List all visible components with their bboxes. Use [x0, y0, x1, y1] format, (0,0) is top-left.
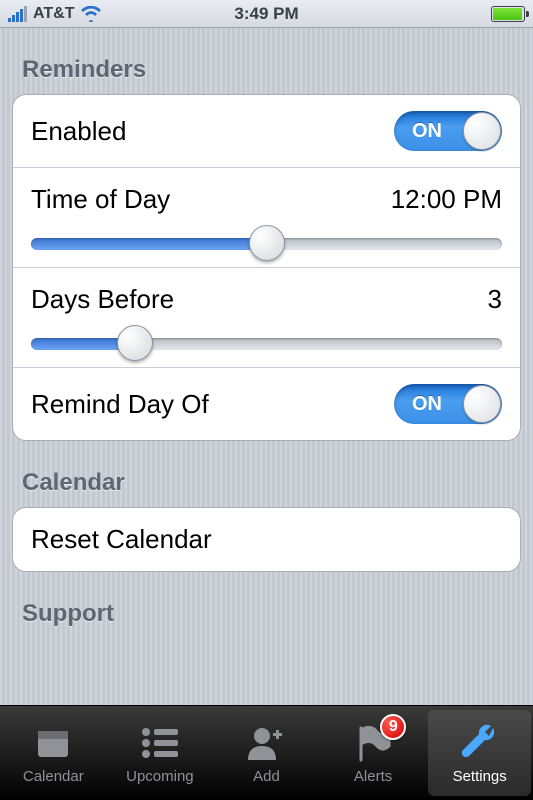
cell-enabled: Enabled ON — [13, 95, 520, 167]
tab-label: Calendar — [23, 768, 84, 785]
time-of-day-slider[interactable] — [31, 235, 502, 251]
status-left: AT&T — [8, 5, 102, 23]
tab-label: Alerts — [354, 768, 392, 785]
slider-thumb-icon[interactable] — [249, 225, 285, 261]
alerts-badge: 9 — [380, 714, 406, 740]
group-reminders: Enabled ON Time of Day 12:00 PM Days Bef… — [12, 94, 521, 441]
tab-label: Add — [253, 768, 280, 785]
toggle-on-label: ON — [412, 120, 442, 143]
cell-reset-calendar[interactable]: Reset Calendar — [13, 508, 520, 571]
cell-days-before: Days Before 3 — [13, 267, 520, 367]
section-header-support: Support — [12, 572, 521, 638]
cell-time-of-day: Time of Day 12:00 PM — [13, 167, 520, 267]
remind-day-of-label: Remind Day Of — [31, 389, 209, 420]
slider-thumb-icon[interactable] — [117, 325, 153, 361]
tab-calendar[interactable]: Calendar — [2, 710, 105, 796]
calendar-icon — [34, 722, 72, 764]
enabled-toggle[interactable]: ON — [394, 111, 502, 151]
battery-icon — [491, 6, 525, 22]
days-before-value: 3 — [488, 284, 502, 315]
time-of-day-value: 12:00 PM — [391, 184, 502, 215]
list-icon — [140, 722, 180, 764]
status-right — [491, 6, 525, 22]
signal-icon — [8, 6, 27, 22]
tab-bar: Calendar Upcoming Add 9 Alerts Settings — [0, 705, 533, 800]
toggle-on-label: ON — [412, 393, 442, 416]
wifi-icon — [80, 6, 102, 22]
settings-content: Reminders Enabled ON Time of Day 12:00 P… — [0, 28, 533, 705]
section-header-reminders: Reminders — [12, 28, 521, 94]
tab-add[interactable]: Add — [215, 710, 318, 796]
add-person-icon — [246, 722, 286, 764]
toggle-knob-icon — [463, 385, 501, 423]
days-before-label: Days Before — [31, 284, 174, 315]
days-before-slider[interactable] — [31, 335, 502, 351]
tab-label: Upcoming — [126, 768, 194, 785]
tab-alerts[interactable]: 9 Alerts — [322, 710, 425, 796]
status-bar: AT&T 3:49 PM — [0, 0, 533, 28]
wrench-icon — [459, 722, 501, 764]
remind-day-of-toggle[interactable]: ON — [394, 384, 502, 424]
tab-upcoming[interactable]: Upcoming — [109, 710, 212, 796]
slider-fill — [31, 238, 267, 250]
reset-calendar-label: Reset Calendar — [31, 524, 212, 554]
group-calendar: Reset Calendar — [12, 507, 521, 572]
cell-remind-day-of: Remind Day Of ON — [13, 367, 520, 440]
tab-settings[interactable]: Settings — [428, 710, 531, 796]
toggle-knob-icon — [463, 112, 501, 150]
section-header-calendar: Calendar — [12, 441, 521, 507]
tab-label: Settings — [453, 768, 507, 785]
carrier-label: AT&T — [33, 5, 74, 23]
enabled-label: Enabled — [31, 116, 126, 147]
time-of-day-label: Time of Day — [31, 184, 170, 215]
